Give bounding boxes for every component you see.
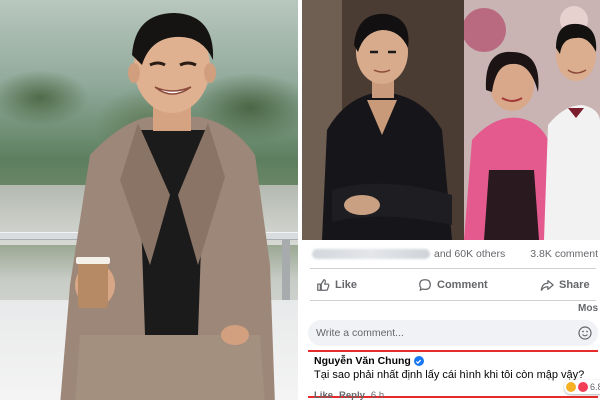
comment-reply-link[interactable]: Reply [339,390,365,400]
share-icon [540,280,554,291]
comments-count[interactable]: 3.8K comment [530,248,598,260]
left-portrait-photo [0,0,298,400]
haha-emoji-icon [566,382,576,392]
comment-like-link[interactable]: Like [314,390,333,400]
post-actions-row: Like Comment Share [302,270,600,300]
comment-author-name[interactable]: Nguyễn Văn Chung [314,355,411,367]
man-in-suit-figure [60,13,275,400]
comment-text: Tại sao phải nhất định lấy cái hình khi … [314,369,585,381]
share-button[interactable]: Share [540,278,590,292]
comment-meta: Like Reply 6 h [314,390,384,400]
like-icon [317,279,330,291]
write-comment-input[interactable]: Write a comment... [308,320,598,346]
comment-button[interactable]: Comment [418,278,488,292]
emoji-icon[interactable] [578,326,592,340]
divider [310,268,596,269]
write-comment-placeholder: Write a comment... [316,327,404,339]
comment-author[interactable]: Nguyễn Văn Chung [314,355,424,367]
like-button[interactable]: Like [316,278,357,292]
right-photo-man-in-black-shirt [302,0,464,240]
sort-comments-dropdown[interactable]: Mos [578,303,598,314]
divider [310,300,596,301]
right-photo-man-with-mother [464,0,600,240]
comment-icon [419,279,431,291]
verified-icon [413,356,424,366]
share-button-label: Share [559,279,590,291]
comment-reaction-count: 6.8K [590,382,600,392]
facebook-post-panel: and 60K others 3.8K comment Like Comment… [302,240,600,400]
comment-reactions-badge[interactable]: 6.8K [564,380,600,394]
blurred-reactor-names [312,249,430,259]
man-in-black-shirt-figure [302,0,464,240]
like-button-label: Like [335,279,358,291]
comment-box-icons [578,326,592,340]
comment-button-label: Comment [437,279,488,291]
love-emoji-icon [578,382,588,392]
comment-time: 6 h [370,390,385,400]
reactions-others-count[interactable]: and 60K others [434,248,505,260]
reactions-summary-row: and 60K others 3.8K comment [302,240,600,268]
man-with-woman-figure [464,0,600,240]
